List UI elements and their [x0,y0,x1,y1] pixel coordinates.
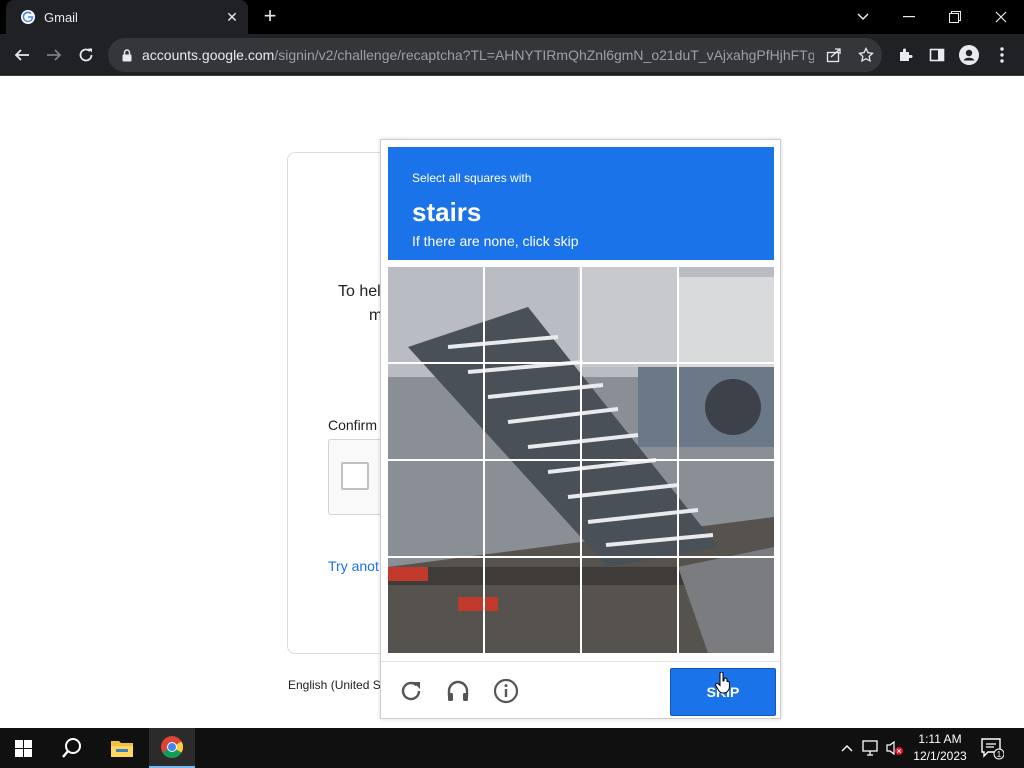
clock-date: 12/1/2023 [913,749,967,763]
challenge-tile-8[interactable] [679,364,774,459]
challenge-tile-6[interactable] [485,364,580,459]
challenge-tile-7[interactable] [582,364,677,459]
bookmark-star-icon[interactable] [857,46,875,64]
recaptcha-checkbox[interactable] [341,462,369,490]
tab-gmail[interactable]: Gmail ✕ [6,0,248,34]
address-bar[interactable]: accounts.google.com/signin/v2/challenge/… [108,38,882,72]
url-path: /signin/v2/challenge/recaptcha?TL=AHNYTI… [274,47,814,63]
tab-title: Gmail [44,9,78,25]
confirm-label: Confirm [328,417,378,433]
menu-kebab-icon[interactable] [987,40,1017,70]
recaptcha-challenge-popup: Select all squares with stairs If there … [380,139,781,719]
side-panel-icon[interactable] [922,40,952,70]
share-icon[interactable] [825,46,843,64]
profile-avatar-icon[interactable] [954,40,984,70]
headphones-icon[interactable] [443,676,473,706]
google-favicon-icon [20,9,36,25]
challenge-tile-1[interactable] [388,267,483,362]
close-window-icon[interactable] [978,0,1024,34]
challenge-tile-11[interactable] [582,461,677,556]
language-selector[interactable]: English (United S [288,678,381,692]
lock-icon[interactable] [120,47,134,63]
network-icon[interactable] [862,739,880,757]
hand-cursor-icon [715,672,730,694]
tab-close-icon[interactable]: ✕ [220,9,244,26]
volume-muted-icon[interactable] [886,739,904,757]
signin-description-line1: To hel [338,283,381,300]
challenge-tile-16[interactable] [679,558,774,653]
challenge-tile-10[interactable] [485,461,580,556]
try-another-way-link[interactable]: Try anot [328,558,379,574]
forward-icon[interactable] [39,40,69,70]
file-explorer-icon[interactable] [99,728,145,768]
challenge-tile-13[interactable] [388,558,483,653]
back-icon[interactable] [7,40,37,70]
challenge-tile-15[interactable] [582,558,677,653]
reload-page-icon[interactable] [71,40,101,70]
search-icon[interactable] [49,728,95,768]
challenge-keyword: stairs [412,197,482,227]
notification-center-icon[interactable]: 1 [980,736,1005,760]
clock-time: 1:11 AM [918,732,962,746]
new-tab-button[interactable]: + [258,5,282,28]
challenge-image-grid [388,267,774,653]
restore-icon[interactable] [932,0,978,34]
url-host: accounts.google.com [142,47,275,63]
challenge-tile-5[interactable] [388,364,483,459]
reload-icon[interactable] [396,676,426,706]
challenge-header: Select all squares with stairs If there … [388,147,774,260]
challenge-tile-12[interactable] [679,461,774,556]
notification-count: 1 [997,750,1002,759]
challenge-subtext: If there are none, click skip [412,233,579,249]
challenge-tile-3[interactable] [582,267,677,362]
windows-start-icon[interactable] [0,728,46,768]
challenge-tile-9[interactable] [388,461,483,556]
chrome-taskbar-icon[interactable] [149,728,195,768]
extensions-icon[interactable] [891,40,921,70]
tab-strip: Gmail ✕ + [0,0,1024,34]
windows-taskbar: 1:11 AM 12/1/2023 1 [0,728,1024,768]
challenge-instruction: Select all squares with [412,171,532,185]
tray-chevron-icon[interactable] [838,739,856,757]
url-text: accounts.google.com/signin/v2/challenge/… [142,47,814,63]
browser-toolbar: accounts.google.com/signin/v2/challenge/… [0,34,1024,76]
info-icon[interactable] [491,676,521,706]
challenge-tile-2[interactable] [485,267,580,362]
system-clock[interactable]: 1:11 AM 12/1/2023 [906,731,974,765]
tab-search-icon[interactable] [840,0,886,34]
minimize-icon[interactable] [886,0,932,34]
challenge-tile-4[interactable] [679,267,774,362]
challenge-tile-14[interactable] [485,558,580,653]
